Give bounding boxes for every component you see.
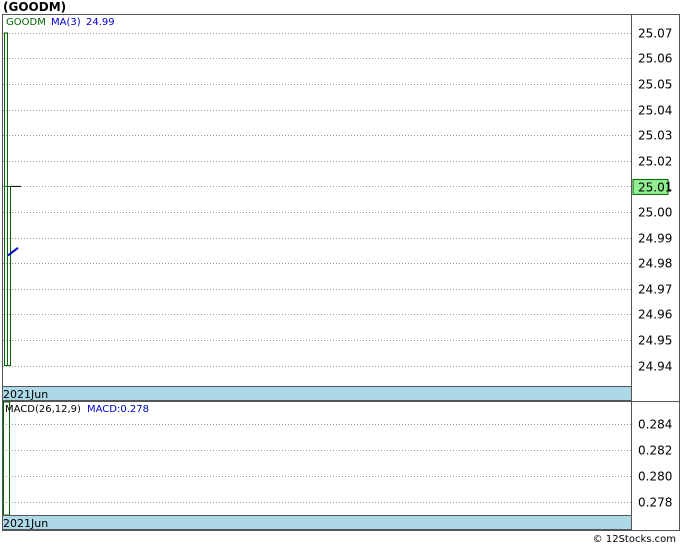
price-tick-labels: 24.94 24.95 24.96 24.97 24.98 24.99 25.00 25.01… [638, 27, 672, 374]
price-panel-frame [2, 14, 680, 402]
price-tick-label: 24.95 [638, 334, 672, 348]
macd-date-label: 2021Jun [3, 517, 48, 530]
price-tick-label: 24.94 [638, 360, 672, 374]
footer-copyright: © 12Stocks.com [592, 534, 676, 545]
price-legend-symbol: GOODM [6, 17, 46, 28]
price-tick-label: 25.03 [638, 129, 672, 143]
macd-gridlines [3, 424, 631, 503]
macd-tick-label: 0.282 [638, 444, 672, 458]
price-panel: 24.94 24.95 24.96 24.97 24.98 24.99 25.00 25.01… [2, 14, 680, 402]
price-tick-label: 24.99 [638, 232, 672, 246]
macd-tick-label: 0.284 [638, 418, 672, 432]
current-price-marker: 25.01 [632, 178, 672, 195]
macd-bars [3, 401, 10, 516]
macd-legend-params: MACD(26,12,9) [5, 404, 81, 415]
price-tick-label: 24.97 [638, 283, 672, 297]
macd-panel: 0.278 0.280 0.282 0.284 MACD(26,12,9) MACD:… [2, 401, 680, 531]
price-gridlines [3, 33, 631, 367]
price-legend-ma-value: 24.99 [86, 17, 115, 28]
price-bars [4, 32, 11, 367]
macd-tick-labels: 0.278 0.280 0.282 0.284 [638, 418, 672, 510]
current-price-label: 25.01 [638, 180, 672, 194]
price-tick-label: 25.04 [638, 104, 672, 118]
price-tick-label: 25.07 [638, 27, 672, 41]
price-tick-label: 24.96 [638, 308, 672, 322]
macd-date-bar [2, 515, 632, 530]
price-tick-label: 25.05 [638, 78, 672, 92]
price-tick-label: 25.02 [638, 155, 672, 169]
macd-tick-label: 0.280 [638, 470, 672, 484]
price-tick-label: 24.98 [638, 257, 672, 271]
price-date-label: 2021Jun [3, 388, 48, 401]
chart-canvas: 24.94 24.95 24.96 24.97 24.98 24.99 25.00 25.01… [2, 14, 680, 531]
price-tick-label: 25.00 [638, 206, 672, 220]
macd-bar [3, 401, 10, 516]
price-legend-ma-label: MA(3) [51, 17, 81, 28]
macd-panel-frame [2, 401, 680, 531]
ma-line [7, 247, 19, 257]
price-tick-label: 25.06 [638, 52, 672, 66]
macd-tick-label: 0.278 [638, 496, 672, 510]
price-date-bar [2, 386, 632, 401]
macd-legend-value: MACD:0.278 [87, 404, 149, 415]
